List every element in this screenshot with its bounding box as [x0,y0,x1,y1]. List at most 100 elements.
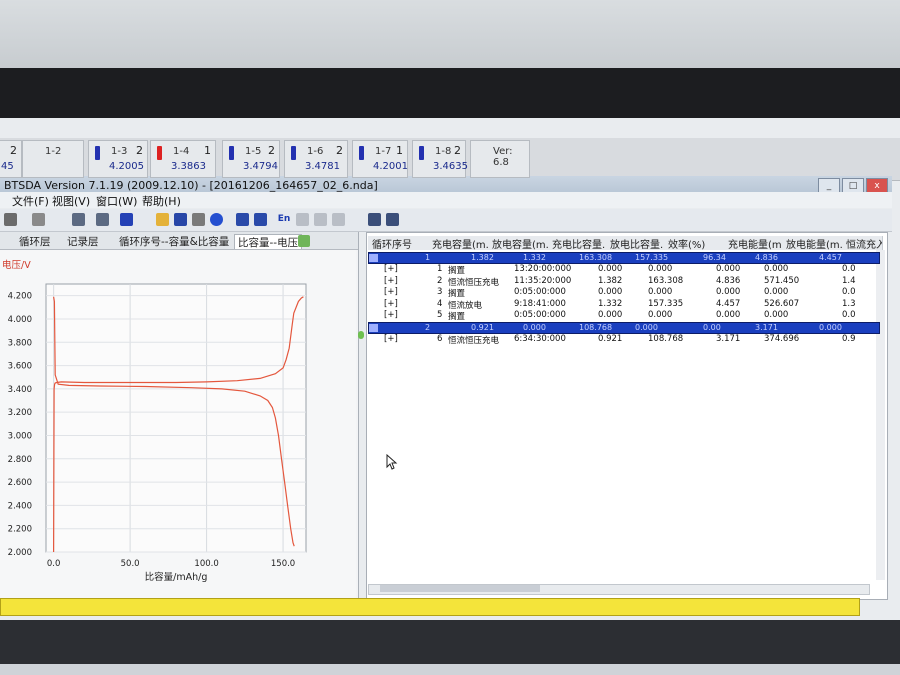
grid-view-icon[interactable] [96,213,109,226]
menu-item-1[interactable]: 文件(F) [12,193,49,209]
tab-2[interactable]: 记录层 [64,234,102,248]
channel-tab-2[interactable]: 1-2 [22,140,84,178]
battery-icon [95,146,100,160]
collapse-icon[interactable] [369,323,378,332]
vertical-scrollbar[interactable] [876,250,885,580]
step-expand[interactable]: [+] [384,276,398,286]
menu-item-4[interactable]: 帮助(H) [142,193,181,209]
summary-cell: 3.171 [755,322,778,332]
channel-tab-1[interactable]: 2 45 [0,140,22,178]
open-icon[interactable] [156,213,169,226]
previous-icon[interactable] [236,213,249,226]
step-v2: 108.768 [648,333,684,344]
column-header-6[interactable]: 效率(%) [664,236,725,250]
menu-bar: 文件(F) 视图(V) 窗口(W) 帮助(H) [0,192,892,208]
print-icon[interactable] [192,213,205,226]
column-header-1[interactable]: 循环序号 [368,236,429,250]
channel-count: 2 [268,144,275,157]
summary-cell: 0.00 [703,322,721,332]
step-expand[interactable]: [+] [384,287,398,297]
step-v5: 1.4 [842,275,856,286]
channel-label: 1-2 [45,146,62,157]
line-tool-icon[interactable] [120,213,133,226]
channel-voltage: 3.4635 [433,161,468,172]
filter-icon[interactable] [314,213,327,226]
step-v5: 0.0 [842,264,856,274]
channel-label: 1-3 [111,146,128,157]
export-icon[interactable] [332,213,345,226]
select-tool-icon[interactable] [32,213,45,226]
channel-count: 2 [454,144,461,157]
battery-icon [419,146,424,160]
y-tick-label: 3.200 [8,408,32,418]
column-header-4[interactable]: 充电比容量... [548,236,607,250]
help-icon[interactable] [210,213,223,226]
pointer-tool-icon[interactable] [4,213,17,226]
step-time: 0:05:00:000 [514,310,566,320]
summary-cell: 96.34 [703,253,726,262]
step-expand[interactable]: [+] [384,299,398,309]
voltage-capacity-chart: 0.0 50.0 100.0 150.0 4.200 4.000 3.800 3.600 3.4… [2,259,307,583]
battery-icon [359,146,364,160]
tab-3[interactable]: 循环序号--容量&比容量 [116,234,232,248]
up-icon[interactable] [296,213,309,226]
language-icon[interactable]: En [276,213,292,226]
toolbar: En [0,209,892,232]
status-bar [0,598,860,616]
step-v3: 0.000 [716,264,741,274]
scrollbar-thumb[interactable] [380,585,540,592]
channel-tab-8[interactable]: 1-8 2 3.4635 [412,140,468,178]
battery-icon [229,146,234,160]
channel-tab-6[interactable]: 1-6 2 3.4781 [284,140,348,178]
channel-tab-7[interactable]: 1-7 1 4.2001 [352,140,408,178]
y-tick-label: 3.400 [8,385,32,395]
column-header-3[interactable]: 放电容量(m... [488,236,549,250]
step-idx: 5 [437,310,443,320]
tab-4[interactable]: 比容量--电压 [234,234,303,249]
menu-item-3[interactable]: 窗口(W) [96,193,137,209]
plot-area [45,283,307,553]
tab-scroll-icon[interactable] [298,235,310,247]
summary-cell: 0.000 [635,322,658,332]
step-expand[interactable]: [+] [384,264,398,274]
column-header-2[interactable]: 充电容量(m... [428,236,489,250]
channel-tab-9[interactable]: Ver: 6.8 [470,140,530,178]
step-name: 搁置 [448,312,466,322]
channel-label: 1-5 [245,146,262,157]
column-header-8[interactable]: 放电能量(m... [782,236,843,250]
cycle-summary-row[interactable]: 2 0.921 0.000 108.768 0.000 0.00 3.171 0.000 [368,321,880,334]
channel-voltage: 3.4794 [243,161,278,172]
cycle-summary-row[interactable]: 1 1.382 1.332 163.308 157.335 96.34 4.836 4.457 [368,252,880,264]
tab-1[interactable]: 循环层 [16,234,54,248]
step-v2: 0.000 [648,310,673,320]
channel-count: 2 [336,144,343,157]
step-v2: 0.000 [648,264,673,274]
step-idx: 1 [437,264,443,274]
chart-area: 0.0 50.0 100.0 150.0 4.200 4.000 3.800 3.600 3.4… [0,250,356,600]
save-icon[interactable] [174,213,187,226]
collapse-icon[interactable] [369,254,378,262]
x-axis-label: 比容量/mAh/g [145,571,208,583]
channel-tab-3[interactable]: 1-3 2 4.2005 [88,140,148,178]
channel-voltage: 4.2001 [373,161,408,172]
column-header-5[interactable]: 放电比容量... [606,236,665,250]
step-v3: 3.171 [716,333,741,344]
channel-tab-4[interactable]: 1-4 1 3.3863 [150,140,216,178]
step-expand[interactable]: [+] [384,310,398,320]
battery-icon [291,146,296,160]
detail-view-icon[interactable] [386,213,399,226]
channel-count: 2 [10,144,17,157]
menu-item-2[interactable]: 视图(V) [52,193,90,209]
step-time: 0:05:00:000 [514,287,566,297]
next-icon[interactable] [254,213,267,226]
y-tick-label: 2.600 [8,478,32,488]
list-view-icon[interactable] [368,213,381,226]
column-header-7[interactable]: 充电能量(m... [724,236,783,250]
step-v4: 0.000 [764,264,789,274]
x-tick-label: 50.0 [121,559,140,569]
step-expand[interactable]: [+] [384,334,398,344]
y-tick-label: 4.000 [8,315,32,325]
column-header-9[interactable]: 恒流充入比 [842,236,883,250]
channel-tab-5[interactable]: 1-5 2 3.4794 [222,140,280,178]
table-view-icon[interactable] [72,213,85,226]
